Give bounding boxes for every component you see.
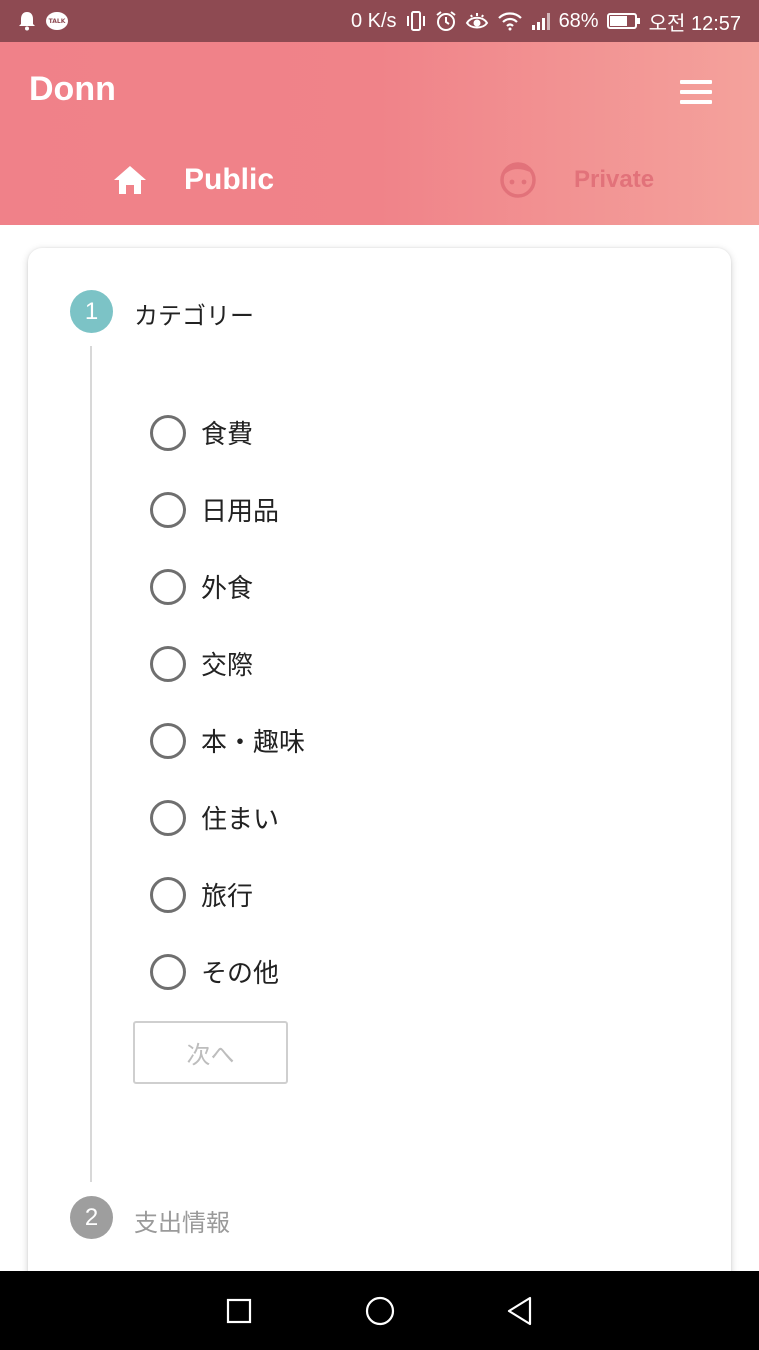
battery-percentage: 68% <box>558 9 599 32</box>
category-option-social[interactable]: 交際 <box>150 625 305 702</box>
option-label: 本・趣味 <box>201 728 306 758</box>
radio-button[interactable] <box>150 722 186 759</box>
radio-button[interactable] <box>150 876 186 913</box>
recent-apps-button[interactable] <box>199 1271 279 1350</box>
radio-button[interactable] <box>150 953 186 990</box>
signal-icon <box>531 12 551 30</box>
home-button[interactable] <box>340 1271 420 1350</box>
category-option-eating-out[interactable]: 外食 <box>150 548 305 625</box>
menu-icon-bar <box>680 90 712 94</box>
step-2-title: 支出情報 <box>134 1209 230 1237</box>
category-option-other[interactable]: その他 <box>150 933 305 1010</box>
alarm-icon <box>435 10 457 32</box>
menu-icon-bar <box>680 80 712 84</box>
circle-icon <box>365 1296 395 1325</box>
option-label: その他 <box>201 959 280 989</box>
tab-private-label: Private <box>574 166 655 193</box>
radio-button[interactable] <box>150 414 186 451</box>
app-title: Donn <box>29 70 116 108</box>
wifi-icon <box>497 11 523 31</box>
option-label: 交際 <box>201 651 254 681</box>
radio-button[interactable] <box>150 645 186 682</box>
kakaotalk-icon: TALK <box>46 12 68 30</box>
radio-button[interactable] <box>150 491 186 528</box>
option-label: 食費 <box>201 420 254 450</box>
option-label: 旅行 <box>201 882 254 912</box>
clock: 오전 12:57 <box>648 12 741 35</box>
category-stepper-card: 1 カテゴリー 食費 日用品 外食 交際 本・趣味 住まい 旅行 その他 次へ … <box>28 248 731 1308</box>
tab-public-label: Public <box>184 163 275 196</box>
category-option-food[interactable]: 食費 <box>150 394 305 471</box>
battery-icon <box>606 12 641 30</box>
option-label: 日用品 <box>201 497 280 527</box>
step-1-indicator: 1 <box>70 290 113 333</box>
notification-bell-icon <box>18 11 36 31</box>
radio-button[interactable] <box>150 799 186 836</box>
option-label: 外食 <box>201 574 254 604</box>
tab-public[interactable]: Public <box>112 152 274 208</box>
system-nav-bar <box>0 1271 759 1350</box>
menu-icon-bar <box>680 100 712 104</box>
category-option-books-hobbies[interactable]: 本・趣味 <box>150 702 305 779</box>
menu-button[interactable] <box>672 72 720 112</box>
tab-private[interactable]: Private <box>498 152 654 208</box>
category-option-travel[interactable]: 旅行 <box>150 856 305 933</box>
back-button[interactable] <box>480 1271 560 1350</box>
net-speed: 0 K/s <box>350 9 397 32</box>
category-option-housing[interactable]: 住まい <box>150 779 305 856</box>
home-icon <box>112 164 148 196</box>
back-triangle-icon <box>507 1296 532 1325</box>
radio-button[interactable] <box>150 568 186 605</box>
eye-comfort-icon <box>465 11 489 31</box>
face-icon <box>498 160 538 200</box>
step-connector-line <box>90 346 92 1182</box>
square-icon <box>226 1298 252 1323</box>
step-2-indicator: 2 <box>70 1196 113 1239</box>
step-1-title: カテゴリー <box>134 302 254 330</box>
status-bar: TALK 0 K/s 68% 오전 12:57 <box>0 0 759 42</box>
category-options: 食費 日用品 外食 交際 本・趣味 住まい 旅行 その他 <box>150 394 305 1010</box>
option-label: 住まい <box>201 805 280 835</box>
vibrate-icon <box>405 10 427 32</box>
next-button[interactable]: 次へ <box>133 1021 288 1084</box>
category-option-daily-goods[interactable]: 日用品 <box>150 471 305 548</box>
app-header: Donn Public Private <box>0 42 759 225</box>
